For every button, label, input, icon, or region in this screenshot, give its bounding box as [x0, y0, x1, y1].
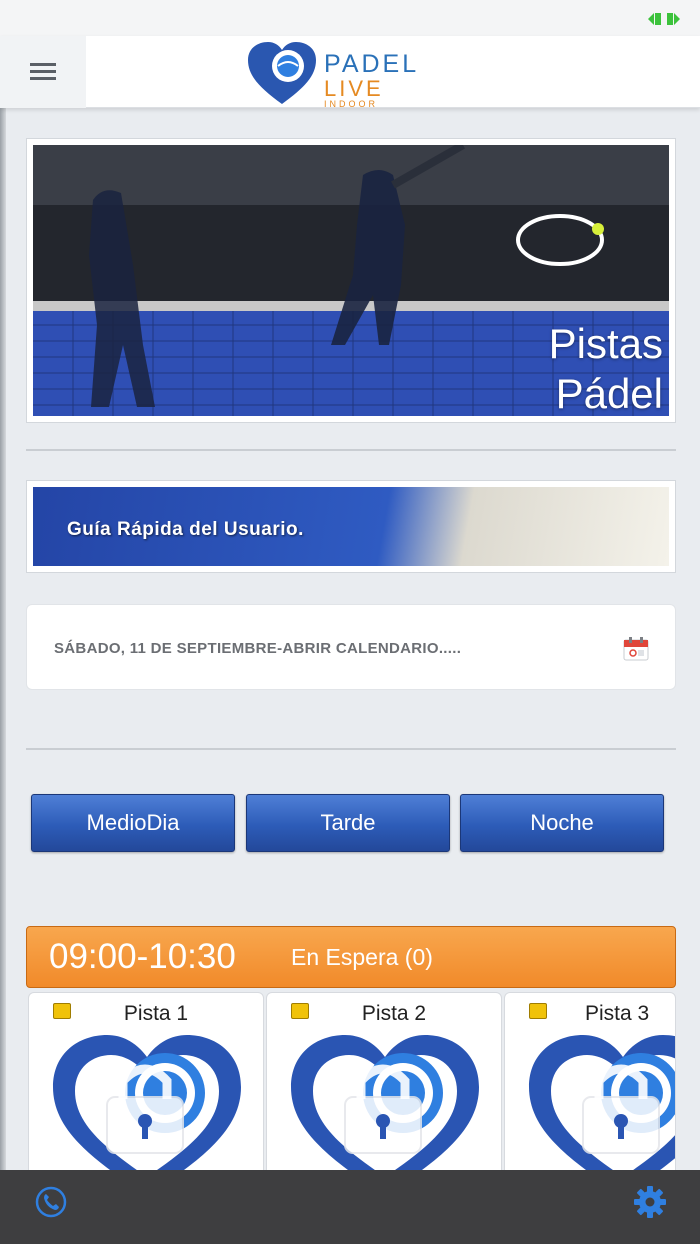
noche-label: Noche	[530, 810, 594, 835]
lock-icon	[529, 1035, 675, 1191]
noche-button[interactable]: Noche	[460, 794, 664, 852]
divider	[26, 748, 676, 750]
bottom-bar	[0, 1170, 700, 1244]
left-rail	[0, 36, 6, 1176]
date-selector[interactable]: SÁBADO, 11 DE SEPTIEMBRE-ABRIR CALENDARI…	[26, 604, 676, 690]
menu-button[interactable]	[0, 36, 86, 108]
quick-guide-image: Guía Rápida del Usuario.	[33, 487, 669, 566]
brand-line3: INDOOR	[324, 99, 378, 109]
slot-status: En Espera (0)	[291, 944, 433, 970]
court-name: Pista 3	[585, 1002, 650, 1025]
mediodia-button[interactable]: MedioDia	[31, 794, 235, 852]
menu-icon	[30, 63, 56, 80]
brand-logo: PADEL LIVE INDOOR	[246, 40, 466, 109]
calendar-icon[interactable]	[623, 637, 649, 661]
app-header: PADEL LIVE INDOOR	[0, 36, 700, 109]
court-card-1[interactable]: Pista 1	[28, 992, 264, 1192]
mediodia-label: MedioDia	[86, 810, 180, 835]
divider	[26, 449, 676, 451]
slot-time: 09:00-10:30	[49, 937, 236, 976]
status-strip	[0, 0, 700, 36]
tarde-label: Tarde	[320, 810, 376, 835]
lock-icon	[291, 1035, 479, 1191]
date-label: SÁBADO, 11 DE SEPTIEMBRE-ABRIR CALENDARI…	[54, 640, 462, 657]
hero-banner-image: Pistas Pádel	[33, 145, 669, 416]
hero-title-line2: Pádel	[555, 370, 663, 416]
quick-guide-title: Guía Rápida del Usuario.	[67, 519, 304, 540]
court-name: Pista 2	[361, 1002, 427, 1025]
court-card-3[interactable]: Pista 3	[504, 992, 676, 1192]
court-name: Pista 1	[123, 1002, 189, 1025]
expand-icon[interactable]	[646, 10, 682, 28]
hero-title: Pistas Pádel	[549, 319, 663, 416]
hero-banner[interactable]: Pistas Pádel	[26, 138, 676, 423]
heart-logo-icon	[248, 42, 316, 104]
slot-header[interactable]: 09:00-10:30 En Espera (0)	[26, 926, 676, 988]
gear-icon[interactable]	[632, 1184, 668, 1220]
court-card-2[interactable]: Pista 2	[266, 992, 502, 1192]
quick-guide-banner[interactable]: Guía Rápida del Usuario.	[26, 480, 676, 573]
phone-icon[interactable]	[34, 1185, 68, 1219]
brand-line1: PADEL	[324, 50, 420, 78]
lock-icon	[53, 1035, 241, 1191]
tarde-button[interactable]: Tarde	[246, 794, 450, 852]
hero-title-line1: Pistas	[548, 320, 663, 367]
